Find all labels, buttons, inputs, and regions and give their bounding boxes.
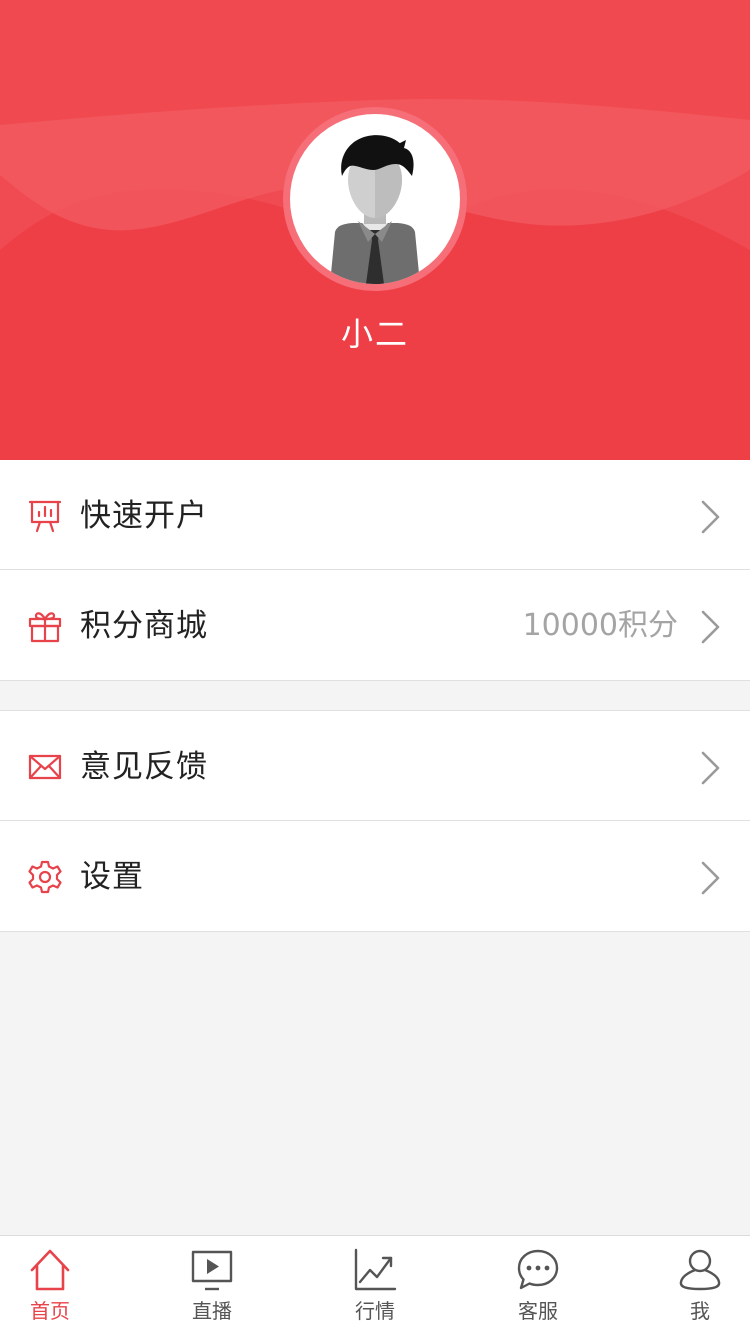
avatar[interactable]	[290, 114, 460, 284]
bottom-tab-bar: 首页 直播 行情 客服 我	[0, 1235, 750, 1334]
menu-group-support: 意见反馈 设置	[0, 710, 750, 932]
menu-item-quick-open-account[interactable]: 快速开户	[0, 460, 750, 570]
tab-me[interactable]: 我	[625, 1236, 750, 1334]
trend-chart-icon	[353, 1248, 397, 1292]
tab-label: 首页	[30, 1299, 70, 1323]
menu-item-label: 设置	[80, 859, 144, 895]
username: 小二	[340, 315, 409, 353]
gift-icon	[27, 608, 63, 644]
chevron-right-icon	[700, 751, 722, 785]
tab-label: 客服	[518, 1299, 558, 1323]
menu-item-points-mall[interactable]: 积分商城 10000积分	[0, 570, 750, 680]
chat-bubble-icon	[516, 1248, 560, 1292]
avatar-ring[interactable]	[283, 107, 467, 291]
menu-item-label: 快速开户	[80, 498, 208, 534]
menu-item-label: 积分商城	[80, 608, 208, 644]
menu-item-settings[interactable]: 设置	[0, 821, 750, 931]
chevron-right-icon	[700, 861, 722, 895]
default-user-avatar-icon	[330, 135, 420, 284]
tab-home[interactable]: 首页	[0, 1236, 125, 1334]
chevron-right-icon	[700, 610, 722, 644]
menu-item-feedback[interactable]: 意见反馈	[0, 711, 750, 821]
presentation-chart-icon	[27, 498, 63, 534]
points-balance: 10000积分	[522, 608, 678, 643]
tab-label: 行情	[355, 1299, 395, 1323]
tab-market[interactable]: 行情	[300, 1236, 450, 1334]
tab-label: 直播	[192, 1299, 232, 1323]
tab-label: 我	[690, 1299, 710, 1323]
menu-group-account: 快速开户 积分商城 10000积分	[0, 460, 750, 681]
envelope-icon	[27, 749, 63, 785]
user-icon	[678, 1248, 722, 1292]
profile-header: 小二	[0, 0, 750, 460]
gear-icon	[27, 859, 63, 895]
menu-item-label: 意见反馈	[80, 749, 208, 785]
home-icon	[28, 1248, 72, 1292]
tab-customer-service[interactable]: 客服	[463, 1236, 613, 1334]
live-play-icon	[190, 1248, 234, 1292]
chevron-right-icon	[700, 500, 722, 534]
tab-live[interactable]: 直播	[137, 1236, 287, 1334]
